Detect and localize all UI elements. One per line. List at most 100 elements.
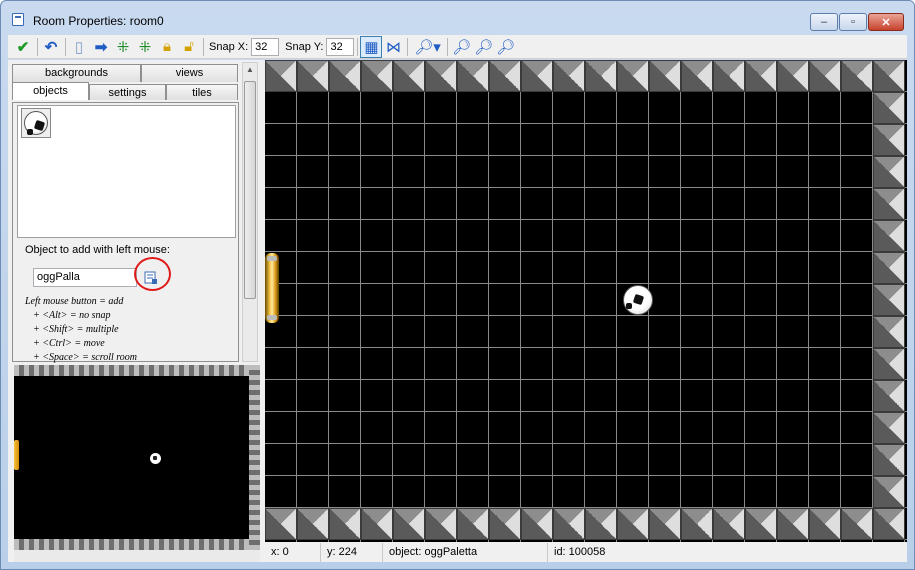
snap-x-label: Snap X:	[209, 40, 249, 53]
wall-block[interactable]	[457, 60, 489, 92]
wall-block[interactable]	[873, 476, 905, 508]
wall-block[interactable]	[425, 508, 457, 540]
wall-block[interactable]	[521, 60, 553, 92]
wall-block[interactable]	[713, 60, 745, 92]
tab-backgrounds[interactable]: backgrounds	[12, 64, 141, 82]
wall-block[interactable]	[713, 508, 745, 540]
wall-block[interactable]	[489, 508, 521, 540]
wall-block[interactable]	[489, 60, 521, 92]
toolbar: ✔ ↶ ▯ ➡ ⁜ ⁜ 🔒︎ 🔓︎ Snap X: 32 Snap Y: 32 …	[8, 35, 907, 59]
wall-block[interactable]	[873, 412, 905, 444]
room-canvas[interactable]	[265, 60, 907, 542]
wall-block[interactable]	[553, 60, 585, 92]
wall-block[interactable]	[297, 60, 329, 92]
minimize-button[interactable]: –	[810, 13, 838, 31]
wall-block[interactable]	[873, 380, 905, 412]
maximize-button[interactable]: ▫	[839, 13, 867, 31]
new-icon[interactable]: ▯	[68, 36, 90, 58]
wall-block[interactable]	[393, 508, 425, 540]
object-thumbnail[interactable]	[21, 108, 51, 138]
snap-y-input[interactable]: 32	[326, 37, 355, 56]
tab-objects[interactable]: objects	[12, 82, 89, 100]
object-select-field[interactable]: oggPalla	[33, 268, 137, 287]
tab-settings[interactable]: settings	[89, 84, 166, 100]
ball-instance[interactable]	[623, 285, 653, 315]
lock-icon[interactable]: 🔒︎	[156, 36, 178, 58]
wall-block[interactable]	[873, 220, 905, 252]
wall-block[interactable]	[361, 508, 393, 540]
wall-block[interactable]	[873, 284, 905, 316]
wall-block[interactable]	[361, 60, 393, 92]
wall-block[interactable]	[553, 508, 585, 540]
wall-block[interactable]	[329, 60, 361, 92]
tab-row-top: backgrounds views	[12, 64, 238, 82]
zoom-out-icon[interactable]: 🔎︎	[450, 36, 472, 58]
wall-block[interactable]	[617, 508, 649, 540]
wall-block[interactable]	[873, 124, 905, 156]
undo-icon[interactable]: ↶	[40, 36, 62, 58]
grid-toggle-icon[interactable]: ▦	[360, 35, 383, 58]
shift-icon[interactable]: ➡	[90, 36, 112, 58]
wall-block[interactable]	[841, 508, 873, 540]
wall-block[interactable]	[521, 508, 553, 540]
close-button[interactable]: ✕	[868, 13, 904, 31]
ok-icon[interactable]: ✔	[12, 36, 34, 58]
wall-block[interactable]	[841, 60, 873, 92]
wall-block[interactable]	[745, 508, 777, 540]
minimap-wall-bottom	[14, 539, 260, 550]
snap-x-input[interactable]: 32	[251, 37, 280, 56]
wall-block[interactable]	[873, 508, 905, 540]
wall-block[interactable]	[809, 60, 841, 92]
wall-block[interactable]	[585, 60, 617, 92]
zoom-dropdown-icon[interactable]: 🔎︎▾	[410, 36, 444, 58]
wall-block[interactable]	[873, 92, 905, 124]
wall-block[interactable]	[777, 508, 809, 540]
grid-arrange-icon[interactable]: ⁜	[134, 36, 156, 58]
wall-block[interactable]	[265, 508, 297, 540]
wall-block[interactable]	[617, 60, 649, 92]
wall-block[interactable]	[873, 444, 905, 476]
wall-block[interactable]	[873, 348, 905, 380]
wall-block[interactable]	[297, 508, 329, 540]
paddle-instance[interactable]	[265, 253, 279, 323]
room-minimap[interactable]	[14, 365, 260, 550]
scroll-thumb[interactable]	[244, 81, 256, 299]
wall-block[interactable]	[681, 508, 713, 540]
status-bar: x: 0 y: 224 object: oggPaletta id: 10005…	[265, 543, 907, 562]
wall-block[interactable]	[873, 60, 905, 92]
status-y: y: 224	[321, 543, 383, 562]
soccer-ball-icon	[24, 111, 48, 135]
wall-block[interactable]	[777, 60, 809, 92]
left-pane-scrollbar[interactable]: ▲	[242, 62, 258, 362]
scroll-up-icon[interactable]: ▲	[243, 63, 257, 77]
minimap-scrollbar[interactable]	[14, 550, 260, 562]
isometric-icon[interactable]: ⋈	[382, 36, 404, 58]
wall-block[interactable]	[873, 188, 905, 220]
wall-block[interactable]	[265, 60, 297, 92]
wall-block[interactable]	[425, 60, 457, 92]
grid-move-icon[interactable]: ⁜	[112, 36, 134, 58]
object-thumbnail-list[interactable]	[17, 105, 236, 238]
wall-block[interactable]	[681, 60, 713, 92]
minimap-ball	[150, 453, 161, 464]
room-properties-window: Room Properties: room0 – ▫ ✕ ✔ ↶ ▯ ➡ ⁜ ⁜…	[0, 0, 915, 570]
tab-row-bottom: objects settings tiles	[12, 82, 238, 100]
minimap-wall-top	[14, 365, 260, 376]
tab-views[interactable]: views	[141, 64, 238, 82]
tab-tiles[interactable]: tiles	[166, 84, 238, 100]
zoom-reset-icon[interactable]: 🔎︎	[472, 36, 494, 58]
objects-panel: Object to add with left mouse: oggPalla …	[12, 102, 239, 363]
wall-block[interactable]	[393, 60, 425, 92]
unlock-icon[interactable]: 🔓︎	[178, 36, 200, 58]
wall-block[interactable]	[745, 60, 777, 92]
wall-block[interactable]	[649, 508, 681, 540]
wall-block[interactable]	[873, 316, 905, 348]
wall-block[interactable]	[329, 508, 361, 540]
wall-block[interactable]	[457, 508, 489, 540]
wall-block[interactable]	[585, 508, 617, 540]
wall-block[interactable]	[809, 508, 841, 540]
wall-block[interactable]	[873, 156, 905, 188]
zoom-in-icon[interactable]: 🔎︎	[494, 36, 516, 58]
wall-block[interactable]	[649, 60, 681, 92]
wall-block[interactable]	[873, 252, 905, 284]
